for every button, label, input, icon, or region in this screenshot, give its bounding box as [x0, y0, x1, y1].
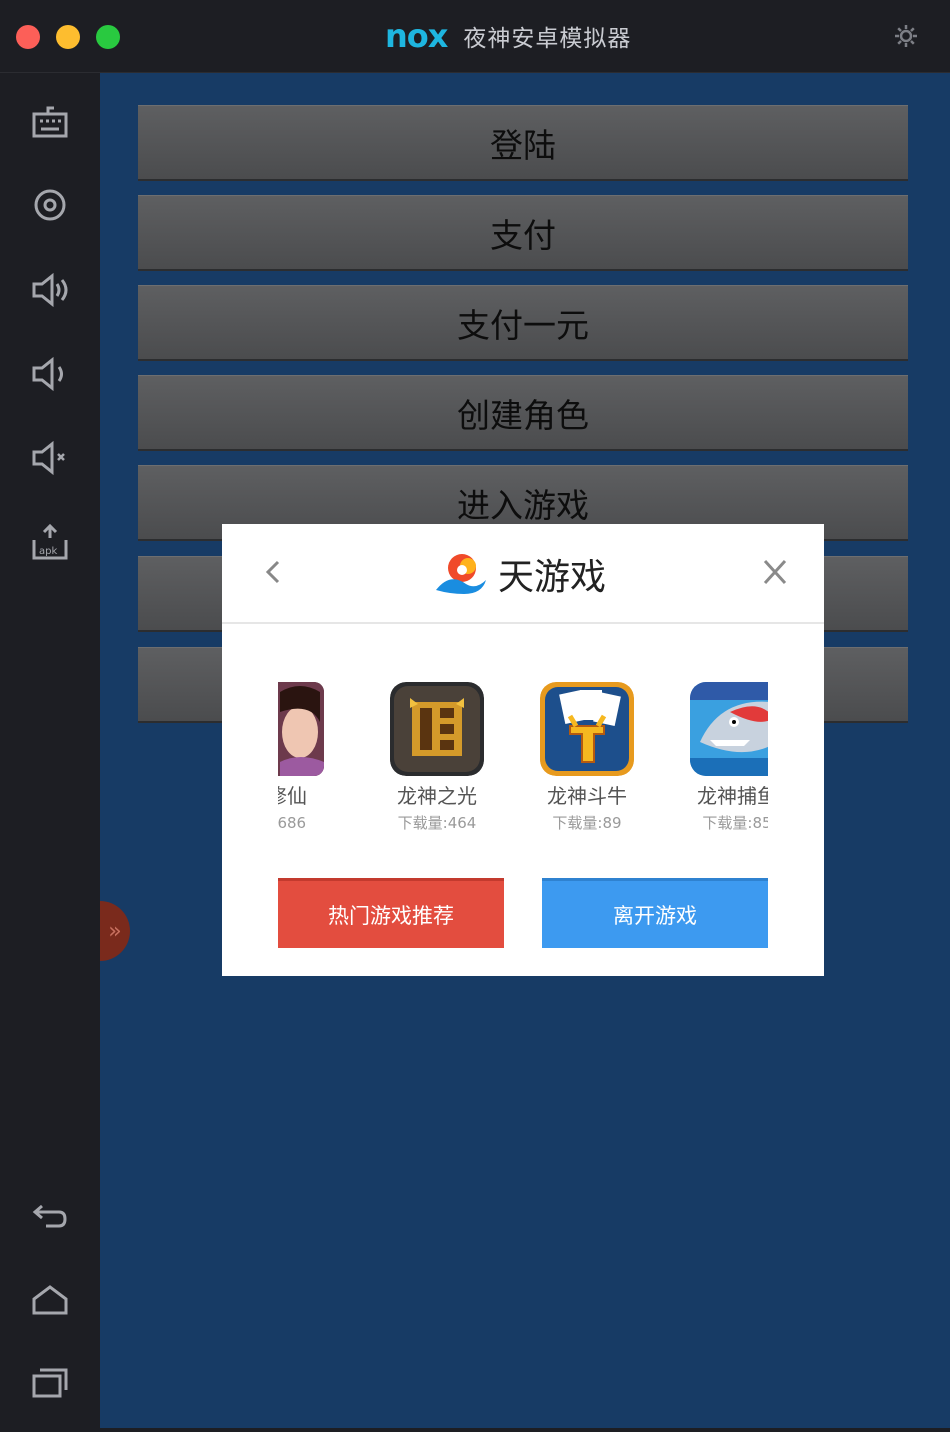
game-download-count: 下载量:89 — [552, 814, 622, 832]
double-chevron-right-icon: » — [108, 918, 122, 944]
game-name: 龙神斗牛 — [547, 784, 627, 808]
window-minimize-button[interactable] — [56, 25, 80, 49]
game-download-count: 量:2686 — [278, 814, 307, 832]
nox-logo: nox — [385, 17, 448, 55]
game-icon-longshen-douniu — [540, 682, 634, 776]
window-close-button[interactable] — [16, 25, 40, 49]
apk-install-icon[interactable]: apk — [28, 520, 72, 564]
game-name: 龙神捕鱼 — [697, 784, 768, 808]
game-icon-longshen-buyu — [690, 682, 768, 776]
volume-mute-icon[interactable] — [28, 436, 72, 480]
dialog-title: 天游戏 — [432, 550, 606, 598]
back-icon[interactable] — [28, 1192, 72, 1236]
window-title: 夜神安卓模拟器 — [463, 26, 632, 52]
gear-icon[interactable] — [892, 22, 920, 50]
close-icon[interactable] — [760, 556, 790, 588]
login-button[interactable]: 登陆 — [138, 105, 908, 181]
window-title-bar: nox 夜神安卓模拟器 — [0, 0, 950, 73]
game-download-count: 下载量:85 — [702, 814, 768, 832]
hot-games-button[interactable]: 热门游戏推荐 — [278, 878, 504, 948]
recent-apps-icon[interactable] — [28, 1360, 72, 1404]
game-icon-xiuxian — [278, 682, 324, 776]
dialog-title-text: 天游戏 — [498, 557, 607, 598]
game-name: 《修仙 — [278, 784, 307, 808]
game-carousel[interactable]: 《修仙 量:2686 龙神之光 下载量:464 — [278, 682, 768, 832]
create-role-button[interactable]: 创建角色 — [138, 375, 908, 451]
pay-one-yuan-button[interactable]: 支付一元 — [138, 285, 908, 361]
game-download-count: 下载量:464 — [397, 814, 477, 832]
keyboard-icon[interactable] — [28, 102, 72, 146]
home-icon[interactable] — [28, 1277, 72, 1321]
dialog-header: 天游戏 — [222, 524, 824, 624]
leave-game-button[interactable]: 离开游戏 — [542, 878, 768, 948]
expand-tab[interactable]: » — [100, 901, 130, 961]
svg-text:apk: apk — [39, 546, 57, 557]
tianyouxi-logo-icon — [432, 550, 488, 598]
emulator-toolbar: apk — [0, 73, 100, 1432]
window-maximize-button[interactable] — [96, 25, 120, 49]
window-brand: nox 夜神安卓模拟器 — [385, 17, 632, 55]
game-name: 龙神之光 — [397, 784, 477, 808]
volume-down-icon[interactable] — [28, 352, 72, 396]
game-icon-longshen-zhiguang — [390, 682, 484, 776]
exit-dialog: 天游戏 《修仙 量:2686 — [222, 524, 824, 976]
location-icon[interactable] — [28, 183, 72, 227]
volume-up-icon[interactable] — [28, 268, 72, 312]
chevron-left-icon[interactable] — [258, 554, 286, 590]
pay-button[interactable]: 支付 — [138, 195, 908, 271]
